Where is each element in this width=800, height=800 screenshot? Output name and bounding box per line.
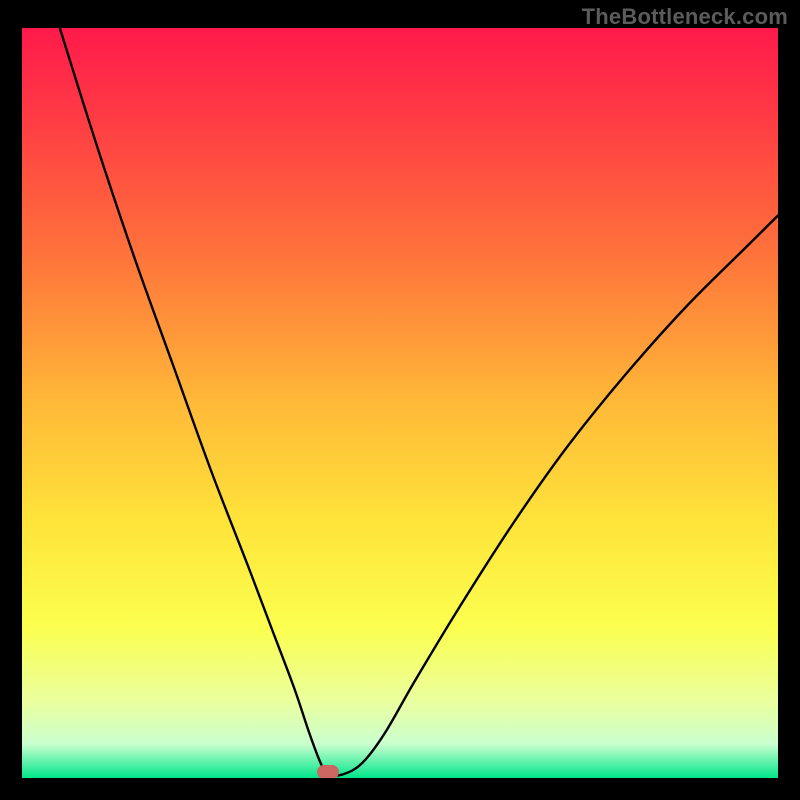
- gradient-background: [22, 28, 778, 778]
- chart-svg: [22, 28, 778, 778]
- minimum-marker: [317, 765, 339, 778]
- plot-area: [22, 28, 778, 778]
- chart-frame: TheBottleneck.com: [0, 0, 800, 800]
- watermark-text: TheBottleneck.com: [582, 4, 788, 30]
